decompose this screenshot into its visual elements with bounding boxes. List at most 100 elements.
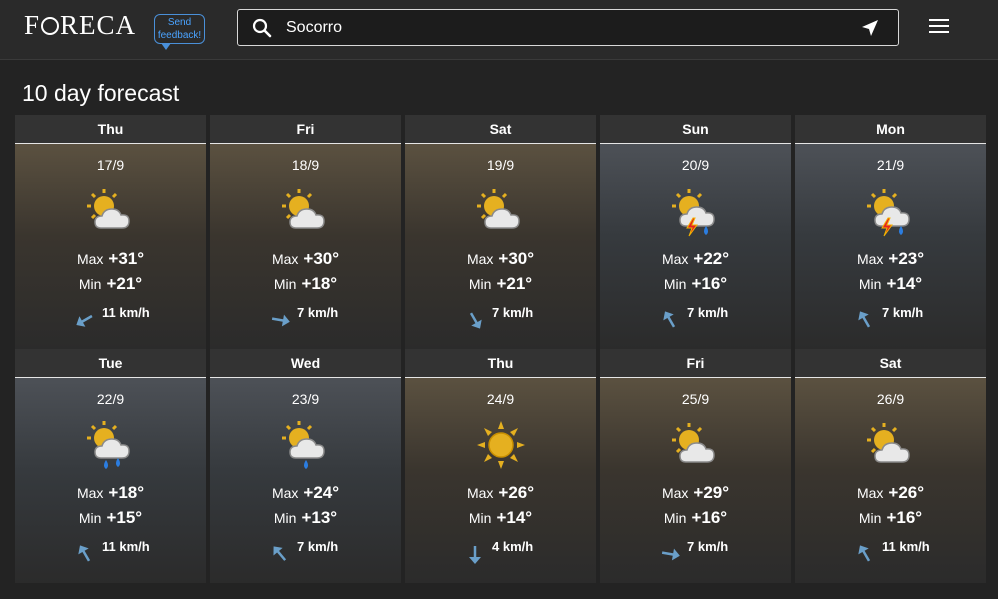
forecast-day-card[interactable]: Sat 26/9 Max +26° Min +16° 11 km/h xyxy=(795,349,986,583)
date-label: 20/9 xyxy=(681,157,710,173)
max-temp: +22° xyxy=(693,249,730,268)
min-temp-line: Min +16° xyxy=(600,508,791,528)
page-title: 10 day forecast xyxy=(22,80,180,106)
search-input[interactable] xyxy=(286,16,846,40)
forecast-day-card[interactable]: Tue 22/9 Max +18° Min +15° 11 km/h xyxy=(15,349,206,583)
max-temp: +29° xyxy=(693,483,730,502)
max-temp: +26° xyxy=(498,483,535,502)
date-label: 18/9 xyxy=(291,157,320,173)
wind-direction-arrow-icon xyxy=(858,545,871,562)
max-label: Max xyxy=(661,251,689,267)
max-temp-line: Max +18° xyxy=(15,483,206,503)
wind-speed: 11 km/h xyxy=(102,539,150,554)
min-temp-line: Min +18° xyxy=(210,274,401,294)
min-temp: +16° xyxy=(886,508,923,527)
max-temp: +18° xyxy=(108,483,145,502)
date-label: 22/9 xyxy=(96,391,125,407)
max-temp-line: Max +23° xyxy=(795,249,986,269)
min-temp: +15° xyxy=(106,508,143,527)
day-details: 20/9 Max +22° Min +16° 7 km/h xyxy=(600,143,791,349)
day-details: 19/9 Max +30° Min +21° 7 km/h xyxy=(405,143,596,349)
partly-cloudy-icon xyxy=(282,189,325,229)
forecast-day-card[interactable]: Mon 21/9 Max +23° Min +14° 7 km/h xyxy=(795,115,986,349)
max-label: Max xyxy=(76,485,104,501)
min-label: Min xyxy=(468,510,492,526)
max-temp-line: Max +26° xyxy=(795,483,986,503)
max-label: Max xyxy=(271,485,299,501)
min-temp-line: Min +14° xyxy=(405,508,596,528)
min-temp: +14° xyxy=(496,508,533,527)
wind-speed: 7 km/h xyxy=(687,305,729,320)
day-name: Mon xyxy=(795,115,986,143)
min-temp: +16° xyxy=(691,274,728,293)
max-temp-line: Max +30° xyxy=(405,249,596,269)
day-name: Thu xyxy=(405,349,596,377)
day-details: 23/9 Max +24° Min +13° 7 km/h xyxy=(210,377,401,583)
min-temp-line: Min +14° xyxy=(795,274,986,294)
max-temp-line: Max +31° xyxy=(15,249,206,269)
forecast-day-card[interactable]: Thu 17/9 Max +31° Min +21° 11 km/h xyxy=(15,115,206,349)
max-label: Max xyxy=(856,485,884,501)
forecast-day-card[interactable]: Fri 25/9 Max +29° Min +16° 7 km/h xyxy=(600,349,791,583)
max-label: Max xyxy=(856,251,884,267)
max-temp-line: Max +24° xyxy=(210,483,401,503)
day-name: Sat xyxy=(405,115,596,143)
location-arrow-icon[interactable] xyxy=(860,18,880,38)
min-temp: +21° xyxy=(496,274,533,293)
search-icon[interactable] xyxy=(252,18,272,38)
partly-cloudy-icon xyxy=(672,423,715,463)
day-name: Sun xyxy=(600,115,791,143)
partly-cloudy-icon xyxy=(87,189,130,229)
hamburger-menu-icon[interactable] xyxy=(929,19,949,35)
thunderstorm-icon xyxy=(867,189,910,237)
day-details: 18/9 Max +30° Min +18° 7 km/h xyxy=(210,143,401,349)
max-label: Max xyxy=(466,251,494,267)
wind-speed: 7 km/h xyxy=(882,305,924,320)
max-temp-line: Max +30° xyxy=(210,249,401,269)
forecast-day-card[interactable]: Thu 24/9 Max +26° Min +14° 4 km/h xyxy=(405,349,596,583)
day-details: 26/9 Max +26° Min +16° 11 km/h xyxy=(795,377,986,583)
max-label: Max xyxy=(661,485,689,501)
max-temp: +30° xyxy=(498,249,535,268)
min-temp: +16° xyxy=(691,508,728,527)
date-label: 24/9 xyxy=(486,391,515,407)
rain-shower-icon xyxy=(282,421,325,469)
wind-direction-arrow-icon xyxy=(78,545,91,562)
wind-direction-arrow-icon xyxy=(469,312,482,329)
forecast-day-card[interactable]: Sun 20/9 Max +22° Min +16° 7 km/h xyxy=(600,115,791,349)
date-label: 23/9 xyxy=(291,391,320,407)
max-temp-line: Max +29° xyxy=(600,483,791,503)
min-label: Min xyxy=(273,276,297,292)
min-label: Min xyxy=(78,510,102,526)
day-name: Wed xyxy=(210,349,401,377)
wind-speed: 7 km/h xyxy=(492,305,534,320)
forecast-day-card[interactable]: Sat 19/9 Max +30° Min +21° 7 km/h xyxy=(405,115,596,349)
wind-direction-arrow-icon xyxy=(663,311,676,328)
partly-cloudy-icon xyxy=(867,423,910,463)
search-bar[interactable] xyxy=(237,9,899,46)
min-temp-line: Min +21° xyxy=(405,274,596,294)
day-details: 21/9 Max +23° Min +14° 7 km/h xyxy=(795,143,986,349)
wind-direction-arrow-icon xyxy=(76,314,93,327)
forecast-row-week-2: Tue 22/9 Max +18° Min +15° 11 km/h Wed 23/9 Max +2… xyxy=(15,349,986,583)
min-temp-line: Min +16° xyxy=(600,274,791,294)
forecast-day-card[interactable]: Wed 23/9 Max +24° Min +13° 7 km/h xyxy=(210,349,401,583)
wind-direction-arrow-icon xyxy=(273,546,287,561)
rain-showers-icon xyxy=(87,421,130,469)
date-label: 25/9 xyxy=(681,391,710,407)
wind-direction-arrow-icon xyxy=(271,314,290,327)
forecast-row-week-1: Thu 17/9 Max +31° Min +21° 11 km/h Fri 18/9 Max +3… xyxy=(15,115,986,349)
send-feedback-button[interactable]: Send feedback! xyxy=(154,14,205,50)
min-temp-line: Min +21° xyxy=(15,274,206,294)
min-label: Min xyxy=(663,510,687,526)
date-label: 19/9 xyxy=(486,157,515,173)
min-label: Min xyxy=(468,276,492,292)
max-temp: +31° xyxy=(108,249,145,268)
day-details: 25/9 Max +29° Min +16° 7 km/h xyxy=(600,377,791,583)
foreca-logo[interactable]: F RECA xyxy=(24,10,136,41)
max-temp: +24° xyxy=(303,483,340,502)
wind-direction-arrow-icon xyxy=(858,311,871,328)
forecast-day-card[interactable]: Fri 18/9 Max +30° Min +18° 7 km/h xyxy=(210,115,401,349)
sun-icon xyxy=(477,421,525,469)
wind-speed: 11 km/h xyxy=(882,539,930,554)
